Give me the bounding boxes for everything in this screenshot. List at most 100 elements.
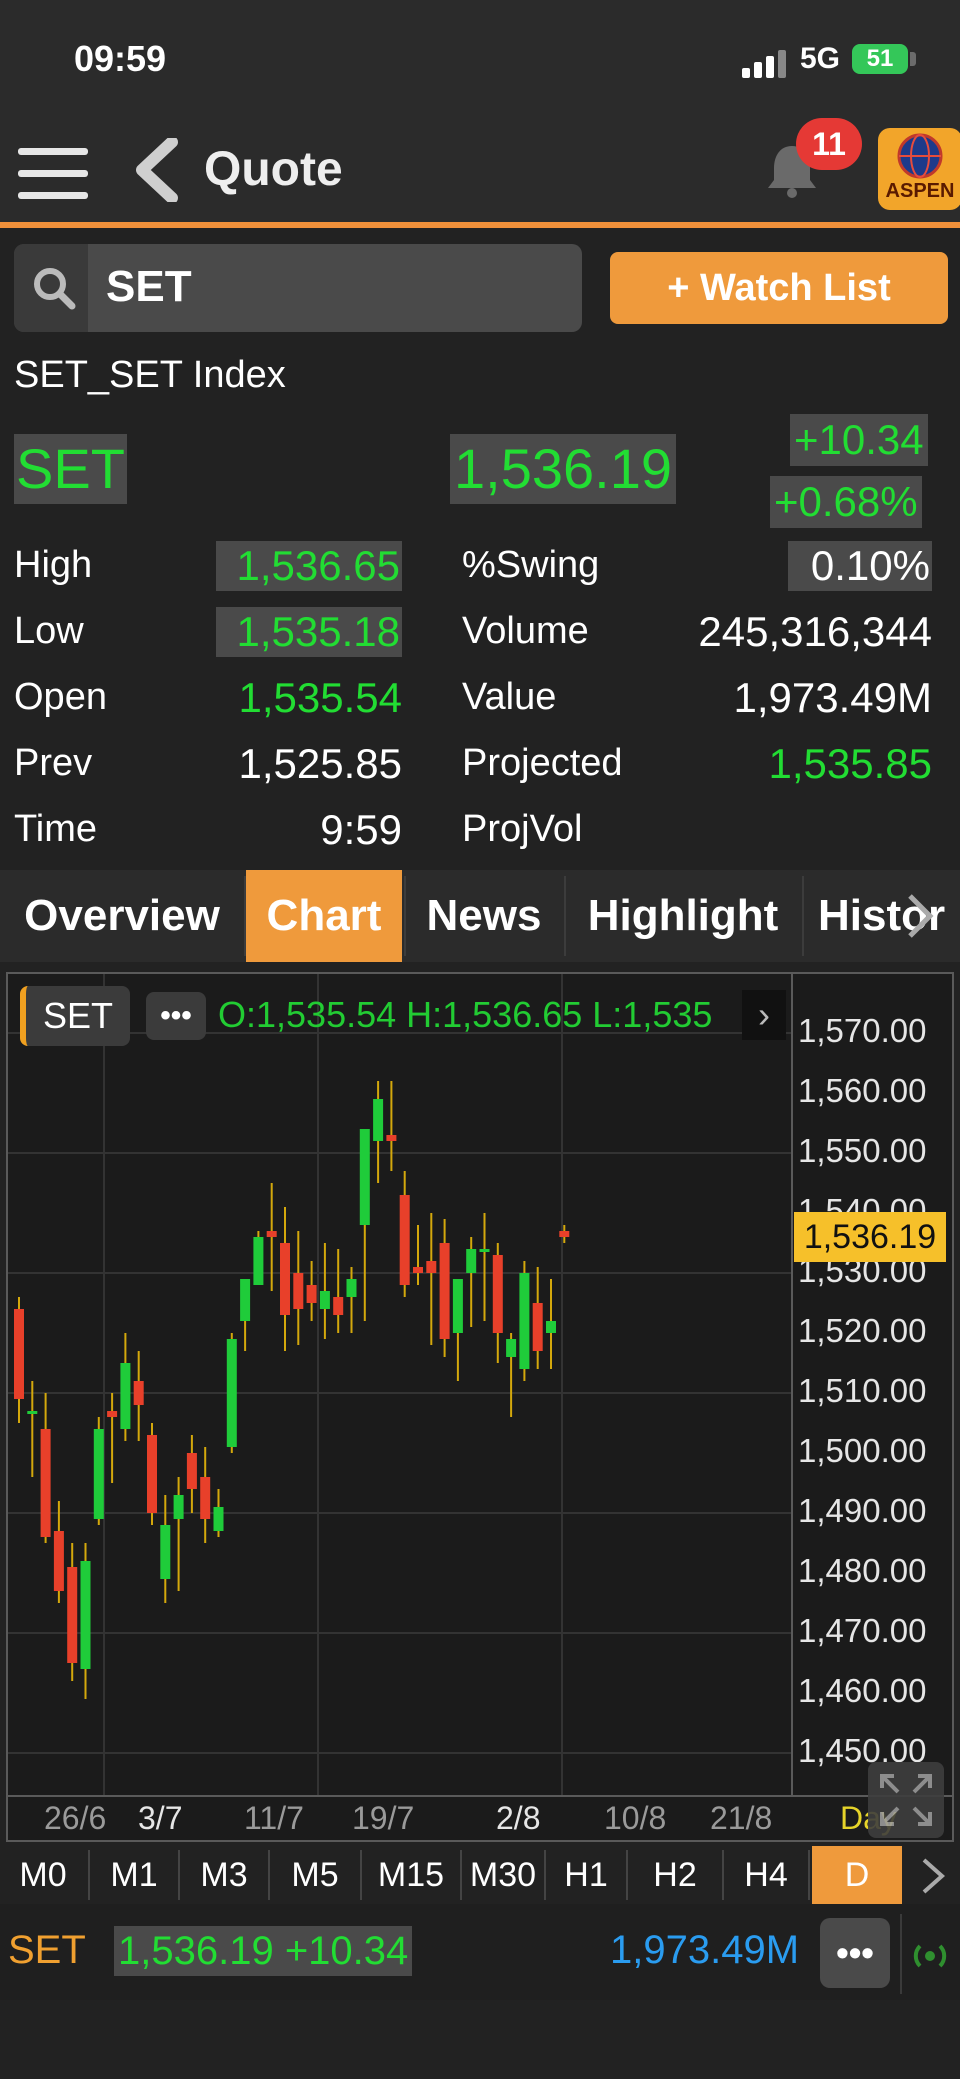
chart-symbol-chip[interactable]: SET [20, 986, 130, 1046]
candle-down [147, 1435, 157, 1513]
timeframe-d[interactable]: D [812, 1846, 902, 1904]
candle-up [80, 1561, 91, 1669]
candle-up [479, 1249, 490, 1252]
battery-level: 51 [866, 45, 894, 72]
candle-down [67, 1567, 78, 1663]
aspen-logo[interactable]: ASPEN [878, 128, 960, 210]
watch-list-button[interactable]: + Watch List [610, 252, 948, 324]
stat-label-open: Open [14, 676, 107, 718]
candle-up [27, 1411, 38, 1414]
stat-value-open: 1,535.54 [238, 674, 403, 721]
candle-up [346, 1279, 357, 1297]
candle-up [240, 1279, 251, 1321]
tab-overview[interactable]: Overview [0, 870, 244, 962]
aspen-logo-text: ASPEN [885, 180, 955, 202]
live-stream-icon[interactable] [910, 1936, 950, 1976]
candle-down [40, 1429, 51, 1537]
stat-value-high: 1,536.65 [216, 541, 402, 591]
ticker-more-button[interactable]: ••• [820, 1918, 890, 1988]
timeframe-m0[interactable]: M0 [0, 1846, 86, 1904]
candle-up [226, 1339, 237, 1447]
y-axis-label: 1,480.00 [798, 1552, 927, 1589]
stat-label-volume: Volume [462, 610, 589, 652]
stat-label-swing: %Swing [462, 544, 600, 586]
candle-down [293, 1273, 304, 1309]
candle-up [546, 1321, 556, 1333]
battery-icon: 51 [852, 44, 908, 74]
y-axis-label: 1,490.00 [798, 1492, 927, 1529]
candle-down [14, 1309, 24, 1399]
candle-up [506, 1339, 517, 1357]
tab-news[interactable]: News [406, 870, 562, 962]
stat-value-value: 1,973.49M [733, 674, 932, 721]
x-axis-label: 21/8 [710, 1800, 773, 1836]
candle-down [266, 1231, 277, 1237]
stat-label-low: Low [14, 610, 84, 652]
x-axis-label: 2/8 [496, 1800, 541, 1836]
ticker-divider [900, 1914, 902, 1994]
stat-label-projvol: ProjVol [462, 808, 583, 850]
chart-more-button[interactable]: ••• [146, 992, 206, 1040]
search-value[interactable]: SET [106, 262, 192, 312]
candle-down [532, 1303, 543, 1351]
price-change-percent: +0.68% [770, 476, 922, 528]
candle-up [120, 1363, 131, 1429]
timeframe-m3[interactable]: M3 [180, 1846, 268, 1904]
stat-label-time: Time [14, 808, 98, 850]
instrument-name: SET_SET Index [14, 354, 286, 396]
chevron-right-icon[interactable] [900, 890, 940, 942]
candle-up [319, 1291, 330, 1309]
timeframe-m5[interactable]: M5 [270, 1846, 360, 1904]
candle-down [426, 1261, 437, 1273]
stat-value-time: 9:59 [320, 806, 402, 853]
header-divider [0, 222, 960, 228]
chart-ohlc-readout: O:1,535.54 H:1,536.65 L:1,535 [218, 994, 713, 1035]
signal-icon [742, 50, 786, 78]
candle-down [53, 1531, 64, 1591]
candle-down [439, 1243, 450, 1339]
timeframe-h1[interactable]: H1 [546, 1846, 626, 1904]
timeframe-m15[interactable]: M15 [362, 1846, 460, 1904]
timeframe-m1[interactable]: M1 [90, 1846, 178, 1904]
stat-label-high: High [14, 544, 93, 586]
y-axis-label: 1,520.00 [798, 1312, 927, 1349]
last-price: 1,536.19 [450, 434, 676, 504]
tab-highlight[interactable]: Highlight [566, 870, 800, 962]
stat-value-prev: 1,525.85 [238, 740, 403, 787]
page-title: Quote [204, 143, 343, 196]
chevron-right-icon[interactable] [916, 1856, 952, 1896]
timeframe-h4[interactable]: H4 [724, 1846, 808, 1904]
menu-icon[interactable] [18, 146, 90, 202]
candle-down [386, 1135, 397, 1141]
chevron-right-icon[interactable]: › [742, 990, 786, 1040]
notification-badge: 11 [796, 118, 862, 170]
x-axis-label: 19/7 [352, 1800, 415, 1836]
candle-down [559, 1231, 570, 1237]
current-price-tag: 1,536.19 [794, 1212, 946, 1262]
symbol-search-input[interactable] [14, 244, 582, 332]
x-axis-label: 26/6 [44, 1800, 107, 1836]
timeframe-h2[interactable]: H2 [628, 1846, 722, 1904]
price-change: +10.34 [790, 414, 928, 466]
ticker-quote: 1,536.19 +10.34 [114, 1926, 413, 1976]
candle-up [93, 1429, 104, 1519]
search-icon-container [14, 244, 88, 332]
stat-value-swing: 0.10% [788, 541, 932, 591]
x-axis-label: 11/7 [244, 1800, 304, 1836]
back-icon[interactable] [132, 138, 182, 202]
y-axis-label: 1,460.00 [798, 1672, 927, 1709]
expand-icon[interactable] [868, 1762, 944, 1838]
search-icon [34, 268, 76, 310]
tab-chart[interactable]: Chart [246, 870, 402, 962]
timeframe-divider [808, 1850, 810, 1900]
x-axis-label: 3/7 [138, 1800, 183, 1836]
candle-up [519, 1273, 530, 1369]
candle-down [399, 1195, 410, 1285]
candle-down [333, 1297, 344, 1315]
candle-down [492, 1255, 503, 1333]
network-type: 5G [800, 42, 841, 75]
candle-up [213, 1507, 224, 1531]
stat-label-value: Value [462, 676, 557, 718]
timeframe-m30[interactable]: M30 [462, 1846, 544, 1904]
ticker-symbol[interactable]: SET [8, 1928, 86, 1973]
